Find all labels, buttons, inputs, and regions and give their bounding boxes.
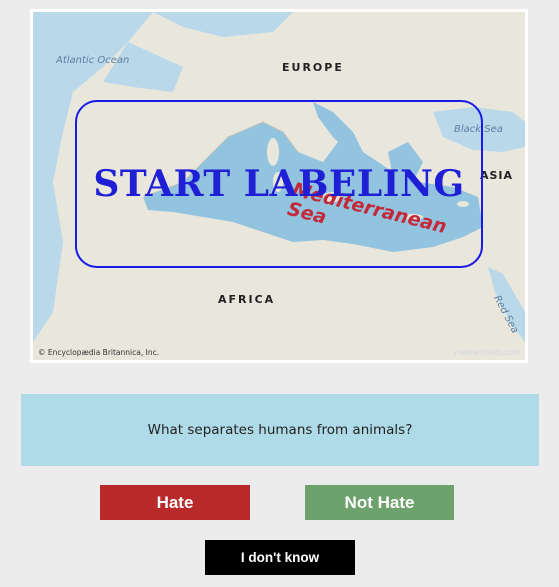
dont-know-button[interactable]: I don't know (205, 540, 355, 575)
watermark: memedroid.com (454, 348, 520, 357)
not-hate-button[interactable]: Not Hate (305, 485, 454, 520)
africa-label: AFRICA (218, 293, 276, 306)
start-labeling-overlay[interactable]: START LABELING (75, 100, 483, 268)
question-text: What separates humans from animals? (147, 422, 413, 438)
asia-label: ASIA (480, 169, 514, 182)
hate-button[interactable]: Hate (100, 485, 250, 520)
europe-label: EUROPE (282, 61, 344, 74)
question-panel: What separates humans from animals? (21, 394, 539, 466)
start-labeling-text: START LABELING (93, 163, 465, 205)
atlantic-ocean-label: Atlantic Ocean (56, 55, 130, 66)
map-credit: © Encyclopædia Britannica, Inc. (38, 348, 160, 357)
